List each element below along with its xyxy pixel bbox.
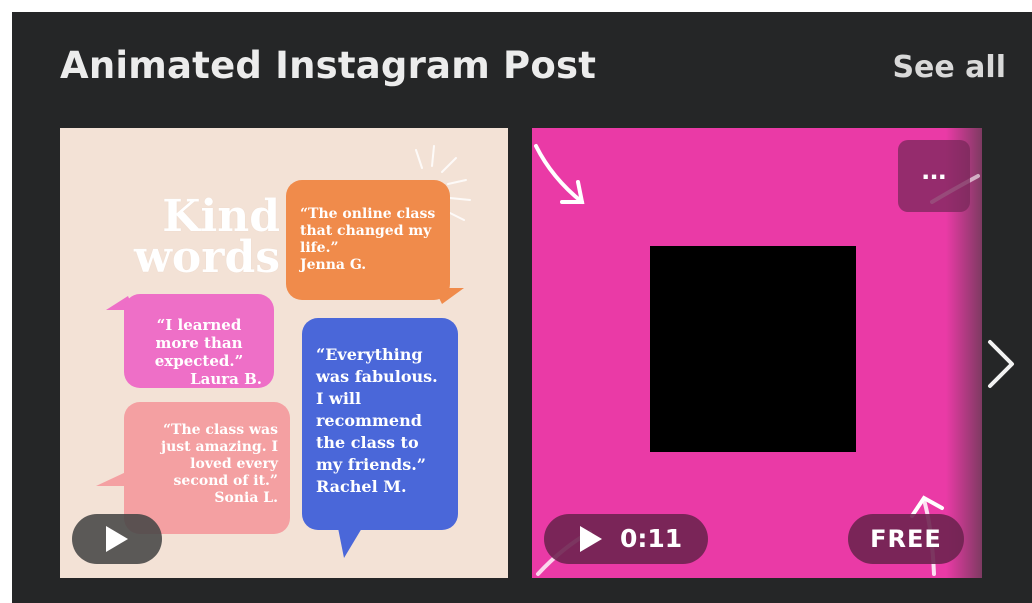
quote-bubble-pink: “I learned more than expected.” Laura B.: [124, 294, 274, 388]
play-duration-button[interactable]: 0:11: [544, 514, 708, 564]
template-card-kind-words[interactable]: Kind words “The online class that change…: [60, 128, 508, 578]
quote-text: “The online class that changed my life.”: [300, 206, 436, 256]
duration-label: 0:11: [620, 524, 683, 553]
template-card-pink[interactable]: ... 0:11 FREE: [532, 128, 982, 578]
see-all-link[interactable]: See all: [892, 50, 1006, 85]
bubble-tail: [338, 528, 362, 558]
play-button[interactable]: [72, 514, 162, 564]
quote-author: Jenna G.: [300, 257, 367, 273]
free-badge: FREE: [848, 514, 964, 564]
quote-author: Rachel M.: [316, 477, 407, 496]
quote-author: Sonia L.: [214, 490, 278, 506]
play-icon: [106, 526, 128, 552]
kind-words-heading: Kind words: [134, 191, 280, 283]
quote-author: Laura B.: [190, 370, 262, 388]
template-section: Animated Instagram Post See all Kind wor…: [12, 12, 1032, 603]
quote-bubble-salmon: “The class was just amazing. I loved eve…: [124, 402, 290, 534]
quote-text: “I learned more than expected.”: [154, 316, 244, 370]
section-title: Animated Instagram Post: [60, 44, 597, 87]
chevron-right-icon[interactable]: [980, 334, 1020, 394]
more-options-button[interactable]: ...: [898, 140, 970, 212]
quote-text: “The class was just amazing. I loved eve…: [161, 422, 278, 489]
play-icon: [580, 526, 602, 552]
quote-text: “Everything was fabulous. I will recomme…: [316, 345, 438, 474]
quote-bubble-blue: “Everything was fabulous. I will recomme…: [302, 318, 458, 530]
quote-bubble-orange: “The online class that changed my life.”…: [286, 180, 450, 300]
video-placeholder: [650, 246, 856, 452]
arrow-top-left-icon: [534, 144, 584, 204]
bubble-tail: [96, 472, 126, 486]
